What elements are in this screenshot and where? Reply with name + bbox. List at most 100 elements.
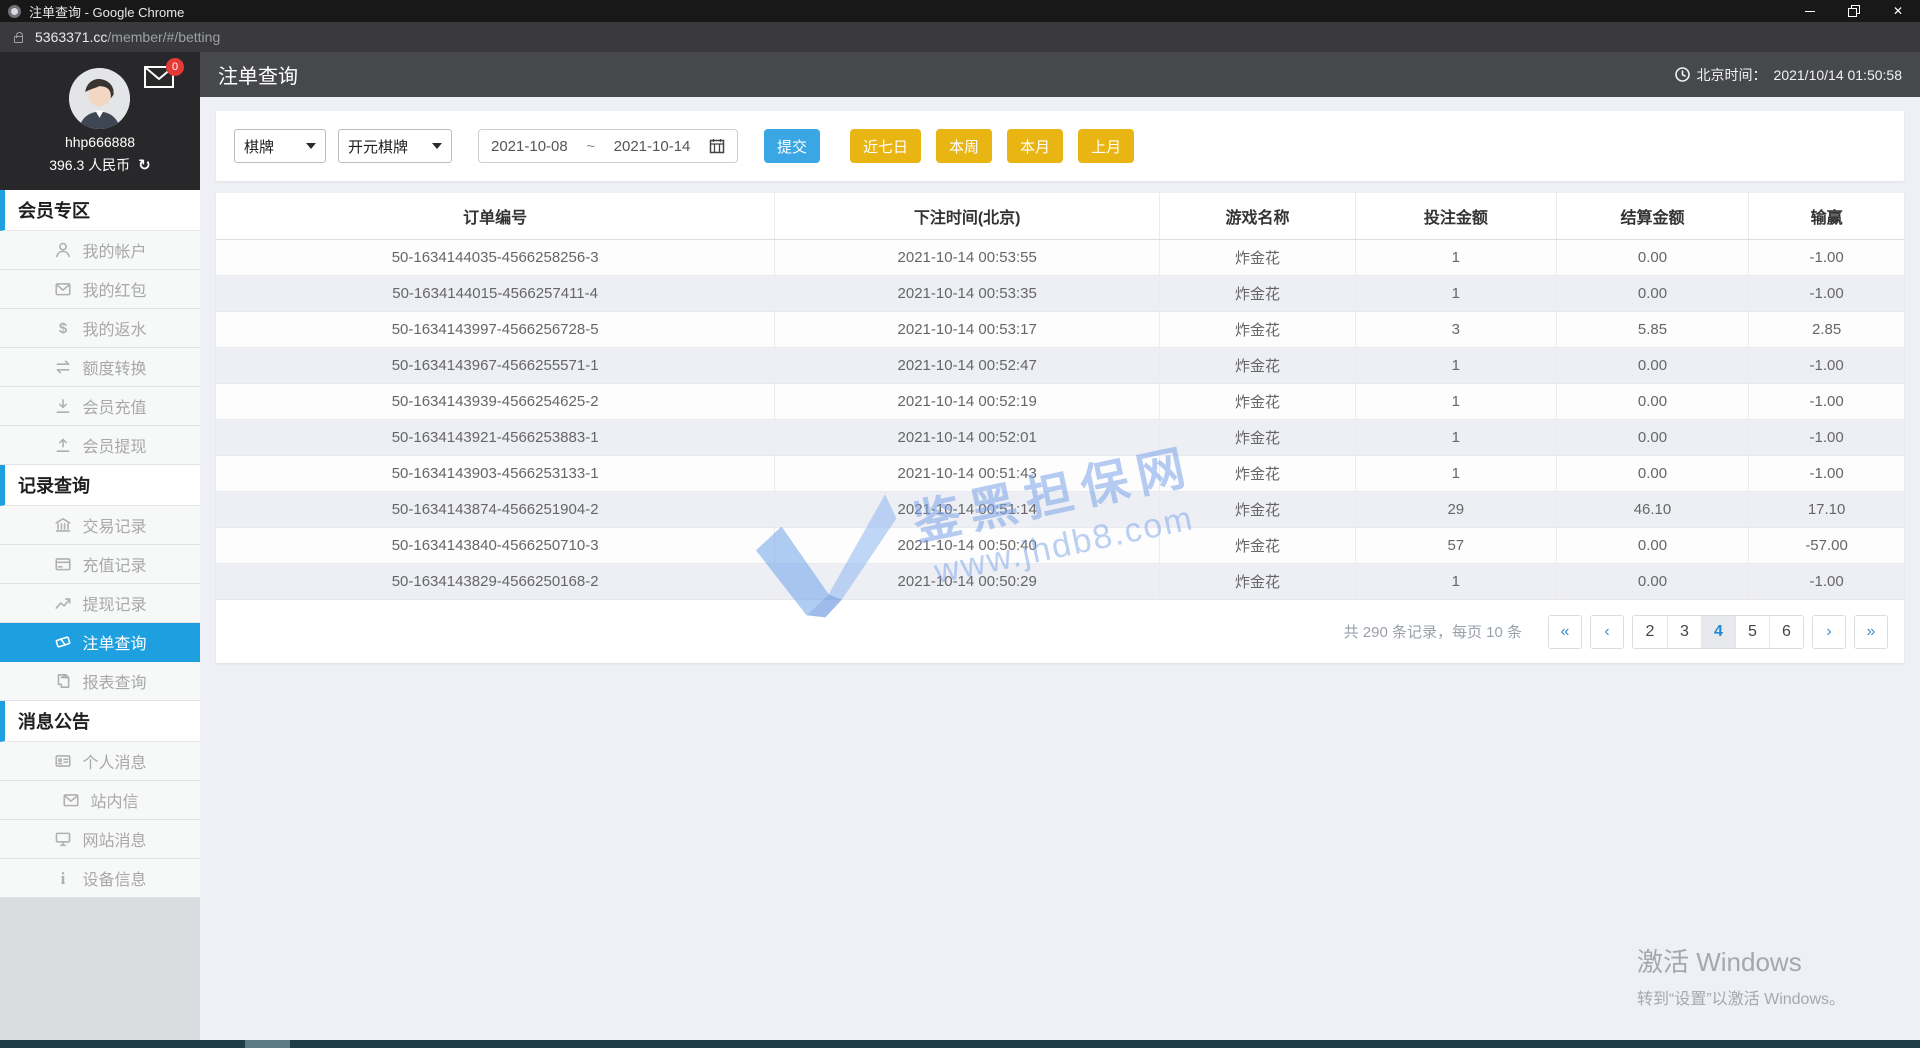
table-cell: 0.00 <box>1555 418 1749 455</box>
provider-select[interactable]: 开元棋牌 <box>338 129 452 163</box>
refresh-icon[interactable]: ↻ <box>138 156 151 174</box>
table-cell: 炸金花 <box>1159 454 1356 491</box>
sidebar-item-label: 我的返水 <box>82 322 147 339</box>
page-button-2[interactable]: 2 <box>1633 615 1667 648</box>
sidebar-item-reports[interactable]: 报表查询 <box>0 662 200 701</box>
sidebar-item-label: 注单查询 <box>82 636 147 653</box>
avatar-image <box>69 68 130 129</box>
close-button[interactable]: ✕ <box>1876 0 1920 22</box>
table-cell: 3 <box>1354 310 1557 347</box>
sidebar-item-label: 我的红包 <box>82 283 147 300</box>
sidebar-item-deposit-records[interactable]: 充值记录 <box>0 545 200 584</box>
sidebar-item-transactions[interactable]: 交易记录 <box>0 506 200 545</box>
transfer-icon <box>53 358 72 377</box>
bank-icon <box>53 516 72 535</box>
page-title: 注单查询 <box>218 66 298 88</box>
browser-window: 注单查询 - Google Chrome ✕ 5363371.cc/member… <box>0 0 1920 1048</box>
sidebar-item-deposit[interactable]: 会员充值 <box>0 387 200 426</box>
avatar[interactable] <box>69 68 130 129</box>
table-cell: 50-1634144035-4566258256-3 <box>216 238 775 275</box>
pagination-summary: 共 290 条记录，每页 10 条 <box>1343 624 1522 641</box>
chrome-titlebar: 注单查询 - Google Chrome ✕ <box>0 0 1920 22</box>
next-page-button[interactable]: › <box>1812 614 1846 649</box>
mail-icon <box>61 791 80 810</box>
table-cell: -1.00 <box>1748 238 1904 275</box>
table-cell: 1 <box>1354 418 1557 455</box>
sidebar-item-device-info[interactable]: i 设备信息 <box>0 859 200 898</box>
sidebar-item-label: 额度转换 <box>82 361 147 378</box>
table-cell: -1.00 <box>1748 382 1904 419</box>
sidebar-item-label: 会员充值 <box>82 400 147 417</box>
sidebar-item-site-mail[interactable]: 站内信 <box>0 781 200 820</box>
table-cell: 0.00 <box>1555 562 1749 599</box>
sidebar-item-withdraw[interactable]: 会员提现 <box>0 426 200 465</box>
calendar-icon[interactable] <box>709 138 725 154</box>
sidebar-item-personal-messages[interactable]: 个人消息 <box>0 742 200 781</box>
restore-button[interactable] <box>1832 0 1876 22</box>
beijing-time: 北京时间： 2021/10/14 01:50:58 <box>1674 65 1902 85</box>
lock-icon <box>14 31 23 43</box>
column-header: 订单编号 <box>216 193 775 240</box>
table-cell: 炸金花 <box>1159 418 1356 455</box>
sidebar-item-betting[interactable]: 注单查询 <box>0 623 200 662</box>
withdraw-icon <box>53 436 72 455</box>
table-cell: 57 <box>1354 526 1557 563</box>
page-button-4[interactable]: 4 <box>1701 615 1735 648</box>
sidebar-item-site-messages[interactable]: 网站消息 <box>0 820 200 859</box>
chrome-urlbar[interactable]: 5363371.cc/member/#/betting <box>0 22 1920 52</box>
first-page-button[interactable]: « <box>1548 614 1582 649</box>
sidebar-item-label: 个人消息 <box>82 755 147 772</box>
last-page-button[interactable]: » <box>1854 614 1888 649</box>
minimize-button[interactable] <box>1788 0 1832 22</box>
restore-icon <box>1848 5 1860 17</box>
prev-page-button[interactable]: ‹ <box>1590 614 1624 649</box>
minimize-icon <box>1805 10 1815 12</box>
balance-text: 396.3 人民币 <box>49 157 131 173</box>
chevron-down-icon <box>306 143 316 149</box>
quick-filter-button[interactable]: 上月 <box>1078 129 1135 163</box>
quick-filter-button[interactable]: 近七日 <box>850 129 922 163</box>
table-row: 50-1634143921-4566253883-1 2021-10-14 00:… <box>216 418 1904 455</box>
table-cell: 0.00 <box>1555 382 1749 419</box>
chevron-down-icon <box>432 143 442 149</box>
date-from[interactable]: 2021-10-08 <box>491 138 568 155</box>
table-cell: 50-1634144015-4566257411-4 <box>216 274 775 311</box>
table-row: 50-1634143840-4566250710-3 2021-10-14 00:… <box>216 526 1904 563</box>
sidebar-item-quota-transfer[interactable]: 额度转换 <box>0 348 200 387</box>
sidebar-item-red-packet[interactable]: 我的红包 <box>0 270 200 309</box>
table-cell: -1.00 <box>1748 346 1904 383</box>
column-header: 投注金额 <box>1354 193 1557 240</box>
table-cell: -1.00 <box>1748 274 1904 311</box>
category-select[interactable]: 棋牌 <box>234 129 326 163</box>
betting-table: 订单编号 下注时间(北京) 游戏名称 投注金额 结算金额 输赢 50-1634144035… <box>216 193 1904 599</box>
column-header: 游戏名称 <box>1159 193 1356 240</box>
monitor-icon <box>53 830 72 849</box>
table-cell: 17.10 <box>1748 490 1904 527</box>
card-icon <box>53 555 72 574</box>
taskbar-sliver[interactable] <box>0 1040 1920 1048</box>
sidebar-item-rebate[interactable]: $ 我的返水 <box>0 309 200 348</box>
table-cell: 50-1634143903-4566253133-1 <box>216 454 775 491</box>
quick-filter-button[interactable]: 本周 <box>936 129 993 163</box>
table-cell: 0.00 <box>1555 274 1749 311</box>
sidebar-item-label: 站内信 <box>90 794 139 811</box>
sidebar-item-withdraw-records[interactable]: 提现记录 <box>0 584 200 623</box>
page-button-5[interactable]: 5 <box>1735 615 1769 648</box>
page-button-6[interactable]: 6 <box>1769 615 1803 648</box>
date-range-picker[interactable]: 2021-10-08 ~ 2021-10-14 <box>478 129 738 163</box>
table-row: 50-1634144035-4566258256-3 2021-10-14 00:… <box>216 238 1904 275</box>
table-cell: 2021-10-14 00:53:17 <box>774 310 1160 347</box>
inbox-button[interactable]: 0 <box>144 58 184 93</box>
submit-button[interactable]: 提交 <box>764 129 821 163</box>
url-text[interactable]: 5363371.cc/member/#/betting <box>35 29 220 45</box>
sidebar-item-account[interactable]: 我的帐户 <box>0 231 200 270</box>
table-header-row: 订单编号 下注时间(北京) 游戏名称 投注金额 结算金额 输赢 <box>216 193 1904 240</box>
pagination: 共 290 条记录，每页 10 条 «‹ 2 3 4 5 6 ›» <box>216 599 1904 663</box>
table-cell: 1 <box>1354 382 1557 419</box>
quick-filter-button[interactable]: 本月 <box>1007 129 1064 163</box>
date-to[interactable]: 2021-10-14 <box>614 138 691 155</box>
id-card-icon <box>53 752 72 771</box>
windows-activation-notice: 激活 Windows 转到“设置”以激活 Windows。 <box>1637 947 1846 1008</box>
page-button-3[interactable]: 3 <box>1667 615 1701 648</box>
table-cell: 2021-10-14 00:52:47 <box>774 346 1160 383</box>
